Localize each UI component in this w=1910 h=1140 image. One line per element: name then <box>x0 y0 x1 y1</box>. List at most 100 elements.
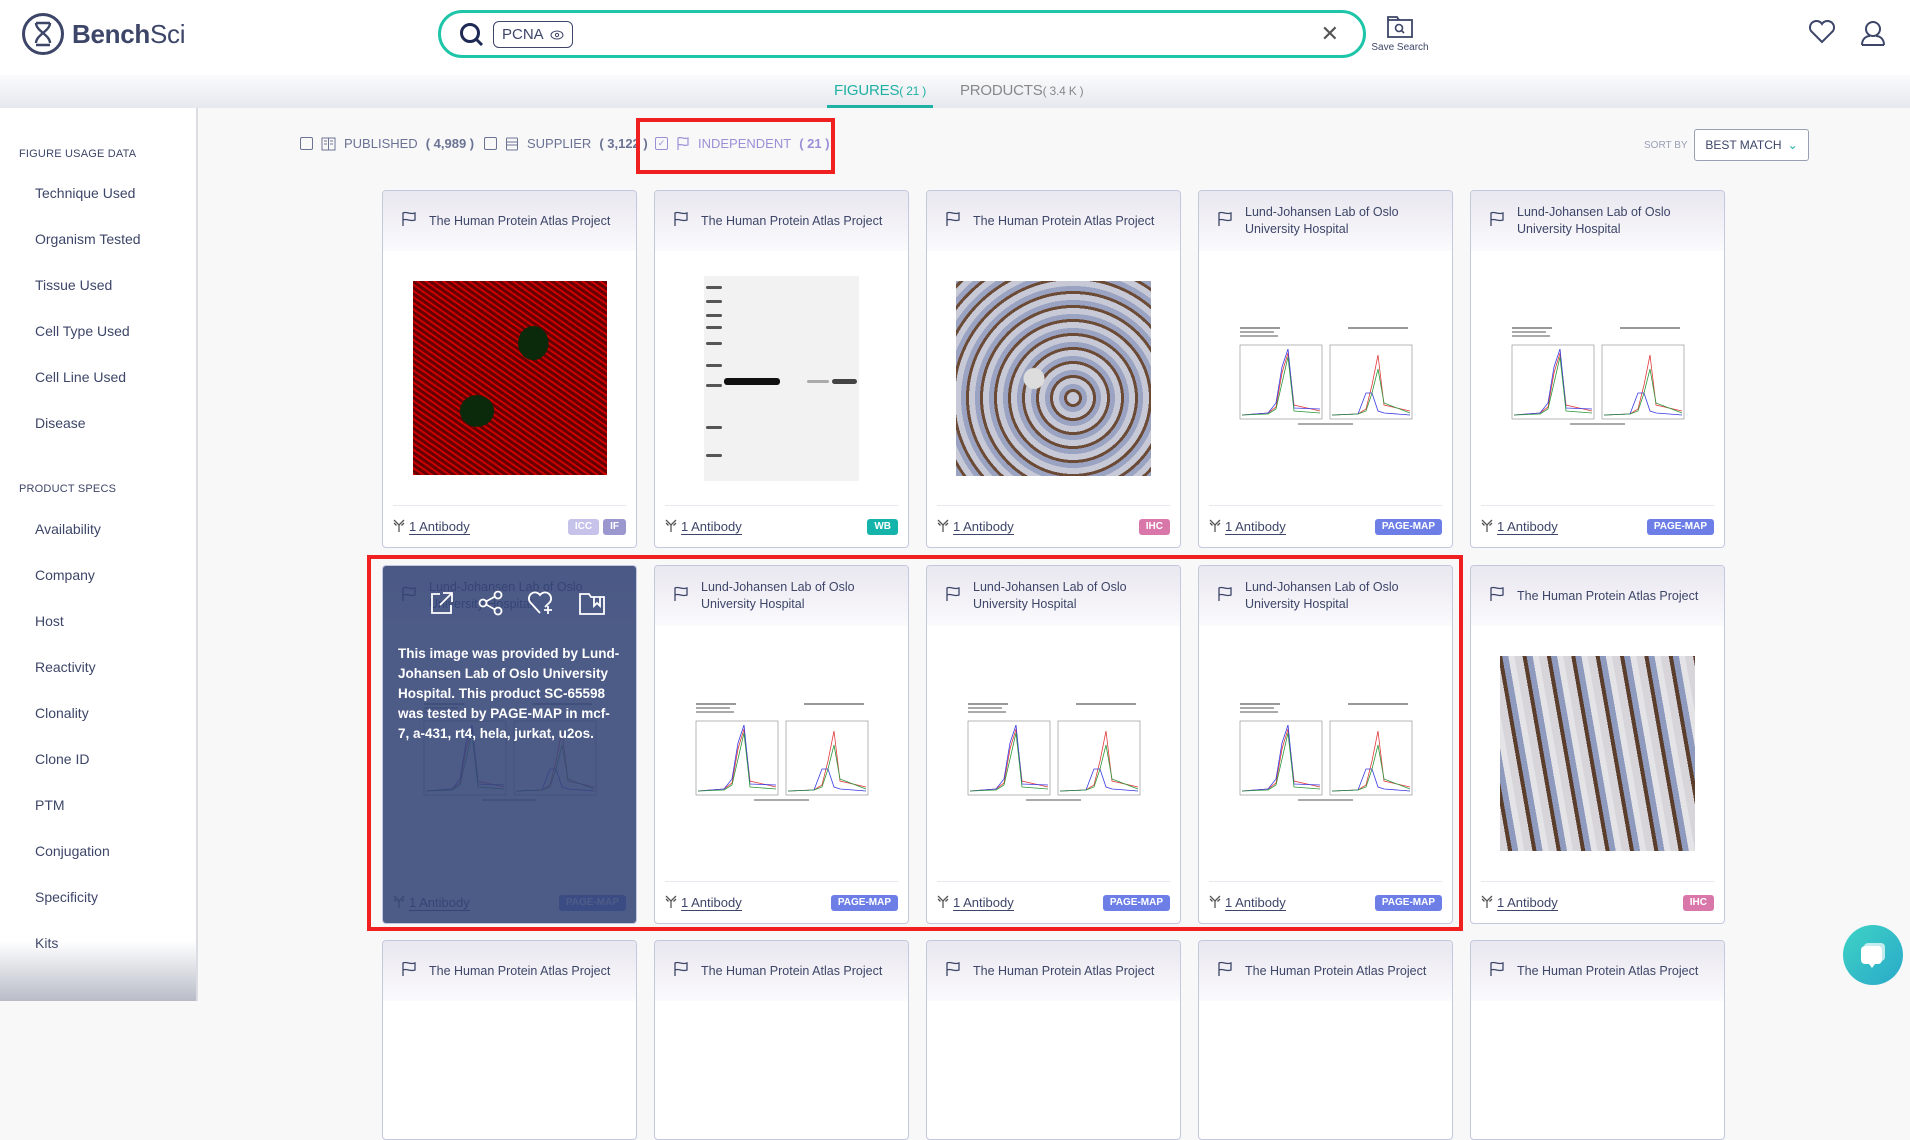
technique-badge[interactable]: IHC <box>1682 894 1714 911</box>
search-bar[interactable]: PCNA ✕ <box>438 10 1366 58</box>
filter-independent[interactable]: ✓ INDEPENDENT( 21 ) <box>655 136 830 151</box>
save-to-folder-icon[interactable] <box>578 590 606 621</box>
figure-card[interactable]: Lund-Johansen Lab of Oslo University Hos… <box>1198 565 1453 924</box>
add-favorite-icon[interactable] <box>527 590 555 621</box>
card-source-header: The Human Protein Atlas Project <box>655 941 908 1001</box>
card-source-header: The Human Protein Atlas Project <box>1199 941 1452 1001</box>
antibody-count-link[interactable]: 1 Antibody <box>937 895 1014 911</box>
sidebar-item-clone-id[interactable]: Clone ID <box>35 751 89 767</box>
flag-icon <box>673 211 689 232</box>
antibody-count-link[interactable]: 1 Antibody <box>393 519 470 535</box>
clear-search-button[interactable]: ✕ <box>1321 22 1339 46</box>
user-profile-icon[interactable] <box>1860 20 1886 51</box>
supplier-checkbox[interactable] <box>484 137 497 150</box>
antibody-icon <box>665 895 677 911</box>
card-source-header: Lund-Johansen Lab of Oslo University Hos… <box>927 566 1180 626</box>
immunofluorescence-image[interactable] <box>412 281 607 475</box>
figure-card[interactable]: The Human Protein Atlas Project <box>1198 940 1453 1140</box>
sidebar-item-clonality[interactable]: Clonality <box>35 705 89 721</box>
technique-badge[interactable]: PAGE-MAP <box>1646 518 1714 535</box>
card-source-name: Lund-Johansen Lab of Oslo University Hos… <box>1245 580 1399 611</box>
filter-supplier[interactable]: SUPPLIER( 3,122 ) <box>484 136 648 151</box>
figure-card[interactable]: Lund-Johansen Lab of Oslo University Hos… <box>926 565 1181 924</box>
figure-card[interactable]: The Human Protein Atlas Project <box>1470 940 1725 1140</box>
sidebar-item-availability[interactable]: Availability <box>35 521 101 537</box>
page-map-chart-image[interactable] <box>684 698 879 809</box>
sidebar-item-disease[interactable]: Disease <box>35 415 86 431</box>
sidebar-item-organism-tested[interactable]: Organism Tested <box>35 231 141 247</box>
antibody-icon <box>1481 895 1493 911</box>
antibody-count-link[interactable]: 1 Antibody <box>1481 895 1558 911</box>
page-map-chart-image[interactable] <box>956 698 1151 809</box>
technique-badge[interactable]: WB <box>867 518 898 535</box>
technique-badge[interactable]: ICC <box>567 518 600 535</box>
save-search-button[interactable]: Save Search <box>1370 16 1430 53</box>
search-term-chip[interactable]: PCNA <box>493 21 573 48</box>
sidebar-item-cell-type-used[interactable]: Cell Type Used <box>35 323 130 339</box>
flag-icon <box>673 961 689 982</box>
antibody-icon <box>665 519 677 535</box>
card-footer: 1 Antibody WB <box>665 505 898 547</box>
sidebar-item-cell-line-used[interactable]: Cell Line Used <box>35 369 126 385</box>
tab-figures[interactable]: FIGURES( 21 ) <box>826 82 934 108</box>
figure-card[interactable]: The Human Protein Atlas Project <box>926 940 1181 1140</box>
technique-badge[interactable]: PAGE-MAP <box>1102 894 1170 911</box>
published-checkbox[interactable] <box>300 137 313 150</box>
figure-card[interactable]: The Human Protein Atlas Project 1 Antibod… <box>1470 565 1725 924</box>
sidebar-item-specificity[interactable]: Specificity <box>35 889 98 905</box>
technique-badge[interactable]: PAGE-MAP <box>1374 518 1442 535</box>
antibody-count-link[interactable]: 1 Antibody <box>937 519 1014 535</box>
figure-card[interactable]: The Human Protein Atlas Project 1 Antibod… <box>926 190 1181 548</box>
eye-icon[interactable] <box>550 30 564 40</box>
page-map-chart-image[interactable] <box>1500 323 1695 433</box>
sidebar-item-host[interactable]: Host <box>35 613 64 629</box>
western-blot-image[interactable] <box>704 275 859 481</box>
antibody-count-link[interactable]: 1 Antibody <box>665 895 742 911</box>
filter-published[interactable]: PUBLISHED( 4,989 ) <box>300 136 474 151</box>
figure-card[interactable]: The Human Protein Atlas Project 1 Antibod… <box>382 190 637 548</box>
antibody-count-link[interactable]: 1 Antibody <box>1481 519 1558 535</box>
share-icon[interactable] <box>478 590 504 621</box>
open-external-icon[interactable] <box>429 590 455 621</box>
search-icon[interactable] <box>459 22 485 53</box>
antibody-count-link[interactable]: 1 Antibody <box>1209 519 1286 535</box>
sidebar-item-conjugation[interactable]: Conjugation <box>35 843 110 859</box>
sidebar-item-company[interactable]: Company <box>35 567 95 583</box>
technique-badge[interactable]: PAGE-MAP <box>830 894 898 911</box>
figure-card[interactable]: The Human Protein Atlas Project <box>382 940 637 1140</box>
figure-card[interactable]: Lund-Johansen Lab of Oslo University Hos… <box>654 565 909 924</box>
antibody-count-link[interactable]: 1 Antibody <box>1209 895 1286 911</box>
technique-badges: PAGE-MAP <box>1374 894 1442 911</box>
technique-badge[interactable]: PAGE-MAP <box>1374 894 1442 911</box>
figure-card[interactable]: The Human Protein Atlas Project <box>654 940 909 1140</box>
figure-card[interactable]: Lund-Johansen Lab of Oslo University Hos… <box>1198 190 1453 548</box>
flag-icon <box>1489 961 1505 982</box>
page-map-chart-image[interactable] <box>1228 323 1423 433</box>
sidebar-item-ptm[interactable]: PTM <box>35 797 65 813</box>
figure-card[interactable]: Lund-Johansen Lab of Oslo University Hos… <box>382 565 637 924</box>
antibody-count-link[interactable]: 1 Antibody <box>665 519 742 535</box>
card-footer: 1 Antibody PAGE-MAP <box>1209 881 1442 923</box>
flag-icon <box>1489 586 1505 607</box>
sidebar-item-tissue-used[interactable]: Tissue Used <box>35 277 112 293</box>
independent-checkbox[interactable]: ✓ <box>655 137 668 150</box>
flag-icon <box>945 961 961 982</box>
chat-widget-button[interactable] <box>1843 925 1903 985</box>
technique-badge[interactable]: IHC <box>1138 518 1170 535</box>
tab-products[interactable]: PRODUCTS( 3.4 K ) <box>960 82 1084 99</box>
benchsci-logo[interactable]: BenchSci <box>22 13 185 55</box>
technique-badge[interactable]: IF <box>603 518 626 535</box>
page-map-chart-image[interactable] <box>1228 698 1423 809</box>
sidebar-item-technique-used[interactable]: Technique Used <box>35 185 135 201</box>
search-input[interactable] <box>581 19 1181 49</box>
favorites-heart-icon[interactable] <box>1808 19 1836 49</box>
logo-mark-icon <box>22 13 64 55</box>
figure-card[interactable]: The Human Protein Atlas Project 1 Antibod… <box>654 190 909 548</box>
card-source-name: The Human Protein Atlas Project <box>1517 963 1699 978</box>
sort-dropdown[interactable]: BEST MATCH ⌄ <box>1694 129 1809 161</box>
ihc-tissue-image[interactable] <box>1500 656 1695 851</box>
figure-card[interactable]: Lund-Johansen Lab of Oslo University Hos… <box>1470 190 1725 548</box>
ihc-tissue-image[interactable] <box>956 280 1151 476</box>
sidebar-item-reactivity[interactable]: Reactivity <box>35 659 96 675</box>
card-source-header: Lund-Johansen Lab of Oslo University Hos… <box>655 566 908 626</box>
